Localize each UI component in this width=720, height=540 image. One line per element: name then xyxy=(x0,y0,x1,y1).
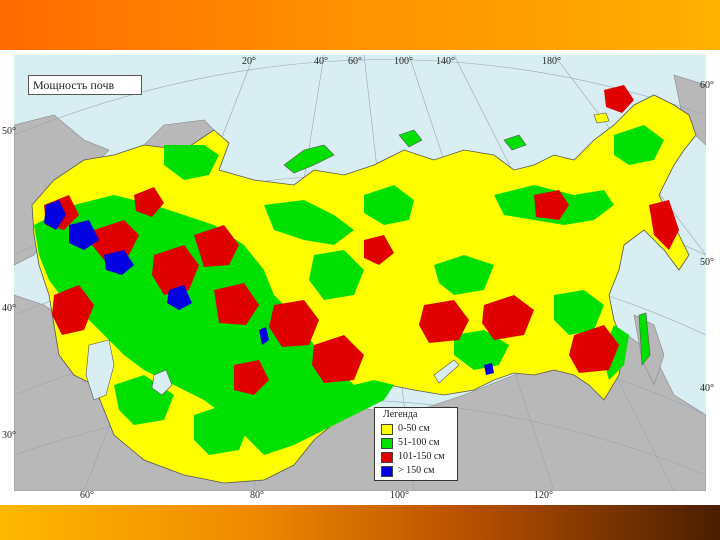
legend-label: 0-50 см xyxy=(398,423,430,434)
legend-label: > 150 см xyxy=(398,465,435,476)
lat-label-right-3: 40° xyxy=(700,383,714,394)
lat-label-left-3: 30° xyxy=(2,430,16,441)
bottom-banner xyxy=(0,505,720,540)
lon-label-top-3: 60° xyxy=(348,56,362,67)
map-frame: 20° 40° 60° 100° 140° 180° 60° 80° 100° … xyxy=(2,50,718,505)
lon-label-top-6: 180° xyxy=(542,56,561,67)
legend-swatch-over-150 xyxy=(381,466,393,477)
legend-label: 51-100 см xyxy=(398,437,440,448)
legend-label: 101-150 см xyxy=(398,451,445,462)
lat-label-right-1: 60° xyxy=(700,80,714,91)
lon-label-top-5: 140° xyxy=(436,56,455,67)
map-title: Мощность почв xyxy=(28,75,142,95)
lat-label-left-1: 50° xyxy=(2,126,16,137)
top-banner xyxy=(0,0,720,50)
legend-swatch-101-150 xyxy=(381,452,393,463)
legend-swatch-51-100 xyxy=(381,438,393,449)
lon-label-bottom-2: 80° xyxy=(250,490,264,501)
lat-label-left-2: 40° xyxy=(2,303,16,314)
lat-label-right-2: 50° xyxy=(700,257,714,268)
lon-label-top-1: 20° xyxy=(242,56,256,67)
legend-title: Легенда xyxy=(383,409,418,420)
lon-label-bottom-3: 100° xyxy=(390,490,409,501)
lon-label-bottom-1: 60° xyxy=(80,490,94,501)
legend: Легенда 0-50 см 51-100 см 101-150 см > 1… xyxy=(374,407,458,481)
soil-thickness-map xyxy=(14,55,706,491)
wrangel-island xyxy=(593,112,610,124)
lon-label-bottom-4: 120° xyxy=(534,490,553,501)
lon-label-top-4: 100° xyxy=(394,56,413,67)
lon-label-top-2: 40° xyxy=(314,56,328,67)
legend-swatch-0-50 xyxy=(381,424,393,435)
